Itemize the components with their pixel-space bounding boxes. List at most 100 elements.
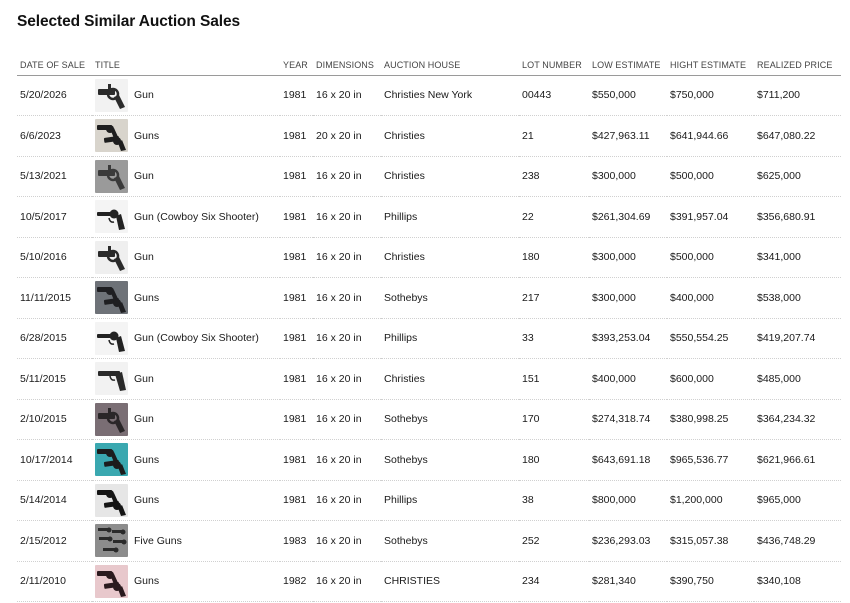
revolvers-thumbnail-icon[interactable] (95, 483, 128, 517)
cell-dimensions: 16 x 20 in (313, 520, 381, 562)
cell-realized-price: $485,000 (754, 358, 841, 400)
table-row[interactable]: 10/5/2017 Gun (Cowboy Six Shooter) 1981 … (17, 196, 841, 238)
cell-high-estimate: $600,000 (667, 358, 754, 400)
revolver-thumbnail-icon[interactable] (95, 402, 128, 436)
table-row[interactable]: 2/10/2015 Gun 1981 16 x 20 in Sothebys 1… (17, 399, 841, 440)
cell-title: Guns (92, 115, 280, 157)
cell-dimensions: 16 x 20 in (313, 358, 381, 400)
artwork-title[interactable]: Gun (Cowboy Six Shooter) (134, 211, 259, 223)
table-row[interactable]: 5/13/2021 Gun 1981 16 x 20 in Christies … (17, 156, 841, 197)
cell-low-estimate: $300,000 (589, 277, 667, 319)
cell-auction-house: Sothebys (381, 520, 519, 562)
cell-high-estimate: $641,944.66 (667, 115, 754, 157)
artwork-title[interactable]: Gun (134, 89, 154, 101)
cell-realized-price: $965,000 (754, 480, 841, 521)
cell-realized-price: $625,000 (754, 156, 841, 197)
revolvers-thumbnail-icon[interactable] (95, 443, 128, 477)
table-row[interactable]: 5/14/2014 Guns 1981 16 x 20 in Phillips … (17, 480, 841, 521)
revolvers-thumbnail-icon[interactable] (95, 564, 128, 598)
column-header-date[interactable]: DATE OF SALE (17, 56, 92, 76)
cell-year: 1981 (280, 156, 313, 197)
artwork-title[interactable]: Gun (134, 413, 154, 425)
cell-year: 1981 (280, 237, 313, 278)
cell-auction-house: Christies (381, 358, 519, 400)
cell-high-estimate: $391,957.04 (667, 196, 754, 238)
cell-low-estimate: $274,318.74 (589, 399, 667, 440)
cell-low-estimate: $800,000 (589, 480, 667, 521)
cell-realized-price: $419,207.74 (754, 318, 841, 359)
column-header-realized-price[interactable]: REALIZED PRICE (754, 56, 841, 76)
cell-dimensions: 16 x 20 in (313, 399, 381, 440)
cell-date-of-sale: 5/11/2015 (17, 358, 92, 400)
table-row[interactable]: 6/28/2015 Gun (Cowboy Six Shooter) 1981 … (17, 318, 841, 359)
table-row[interactable]: 6/6/2023 Guns 1981 20 x 20 in Christies … (17, 115, 841, 157)
cell-dimensions: 16 x 20 in (313, 439, 381, 481)
cell-title: Guns (92, 439, 280, 481)
artwork-title[interactable]: Guns (134, 292, 159, 304)
artwork-title[interactable]: Guns (134, 454, 159, 466)
artwork-title[interactable]: Gun (Cowboy Six Shooter) (134, 332, 259, 344)
artwork-title[interactable]: Guns (134, 494, 159, 506)
table-row[interactable]: 5/11/2015 Gun 1981 16 x 20 in Christies … (17, 358, 841, 400)
cell-date-of-sale: 5/13/2021 (17, 156, 92, 197)
cell-date-of-sale: 6/28/2015 (17, 318, 92, 359)
cell-lot-number: 22 (519, 196, 589, 238)
table-row[interactable]: 2/11/2010 Guns 1982 16 x 20 in CHRISTIES… (17, 561, 841, 602)
artwork-title[interactable]: Gun (134, 251, 154, 263)
cell-year: 1981 (280, 358, 313, 400)
cell-high-estimate: $750,000 (667, 75, 754, 116)
pistol-thumbnail-icon[interactable] (95, 362, 128, 396)
cell-low-estimate: $550,000 (589, 75, 667, 116)
artwork-title[interactable]: Gun (134, 170, 154, 182)
table-row[interactable]: 11/11/2015 Guns 1981 16 x 20 in Sothebys… (17, 277, 841, 319)
cell-high-estimate: $965,536.77 (667, 439, 754, 481)
column-header-lot-number[interactable]: LOT NUMBER (519, 56, 589, 76)
cell-realized-price: $356,680.91 (754, 196, 841, 238)
revolvers-thumbnail-icon[interactable] (95, 119, 128, 153)
cell-high-estimate: $380,998.25 (667, 399, 754, 440)
column-header-year[interactable]: YEAR (280, 56, 313, 76)
cell-high-estimate: $500,000 (667, 156, 754, 197)
column-header-dimensions[interactable]: DIMENSIONS (313, 56, 381, 76)
cell-title: Guns (92, 277, 280, 319)
cell-auction-house: Christies (381, 156, 519, 197)
cell-date-of-sale: 11/11/2015 (17, 277, 92, 319)
cell-year: 1982 (280, 561, 313, 602)
cell-lot-number: 234 (519, 561, 589, 602)
revolver-thumbnail-icon[interactable] (95, 159, 128, 193)
cell-date-of-sale: 2/15/2012 (17, 520, 92, 562)
cell-auction-house: Phillips (381, 318, 519, 359)
cell-realized-price: $364,234.32 (754, 399, 841, 440)
column-header-high-estimate[interactable]: HIGHT ESTIMATE (667, 56, 754, 76)
cell-title: Gun (92, 75, 280, 116)
cell-year: 1981 (280, 115, 313, 157)
cell-lot-number: 217 (519, 277, 589, 319)
five-guns-thumbnail-icon[interactable] (95, 524, 128, 558)
cell-low-estimate: $261,304.69 (589, 196, 667, 238)
artwork-title[interactable]: Gun (134, 373, 154, 385)
column-header-low-estimate[interactable]: LOW ESTIMATE (589, 56, 667, 76)
column-header-title[interactable]: TITLE (92, 56, 280, 76)
table-row[interactable]: 10/17/2014 Guns 1981 16 x 20 in Sothebys… (17, 439, 841, 481)
cell-realized-price: $538,000 (754, 277, 841, 319)
auction-sales-table: DATE OF SALE TITLE YEAR DIMENSIONS AUCTI… (17, 56, 841, 602)
revolver-thumbnail-icon[interactable] (95, 78, 128, 112)
table-row[interactable]: 2/15/2012 Five Guns 1983 16 x 20 in Soth… (17, 520, 841, 562)
artwork-title[interactable]: Five Guns (134, 535, 182, 547)
cell-year: 1981 (280, 439, 313, 481)
column-header-auction-house[interactable]: AUCTION HOUSE (381, 56, 519, 76)
table-row[interactable]: 5/20/2026 Gun 1981 16 x 20 in Christies … (17, 75, 841, 116)
table-row[interactable]: 5/10/2016 Gun 1981 16 x 20 in Christies … (17, 237, 841, 278)
artwork-title[interactable]: Guns (134, 575, 159, 587)
revolver-thumbnail-icon[interactable] (95, 240, 128, 274)
cell-date-of-sale: 5/10/2016 (17, 237, 92, 278)
cell-lot-number: 180 (519, 439, 589, 481)
cell-lot-number: 38 (519, 480, 589, 521)
six-shooter-thumbnail-icon[interactable] (95, 321, 128, 355)
six-shooter-thumbnail-icon[interactable] (95, 200, 128, 234)
cell-low-estimate: $300,000 (589, 156, 667, 197)
artwork-title[interactable]: Guns (134, 130, 159, 142)
cell-lot-number: 33 (519, 318, 589, 359)
cell-year: 1981 (280, 318, 313, 359)
revolvers-thumbnail-icon[interactable] (95, 281, 128, 315)
